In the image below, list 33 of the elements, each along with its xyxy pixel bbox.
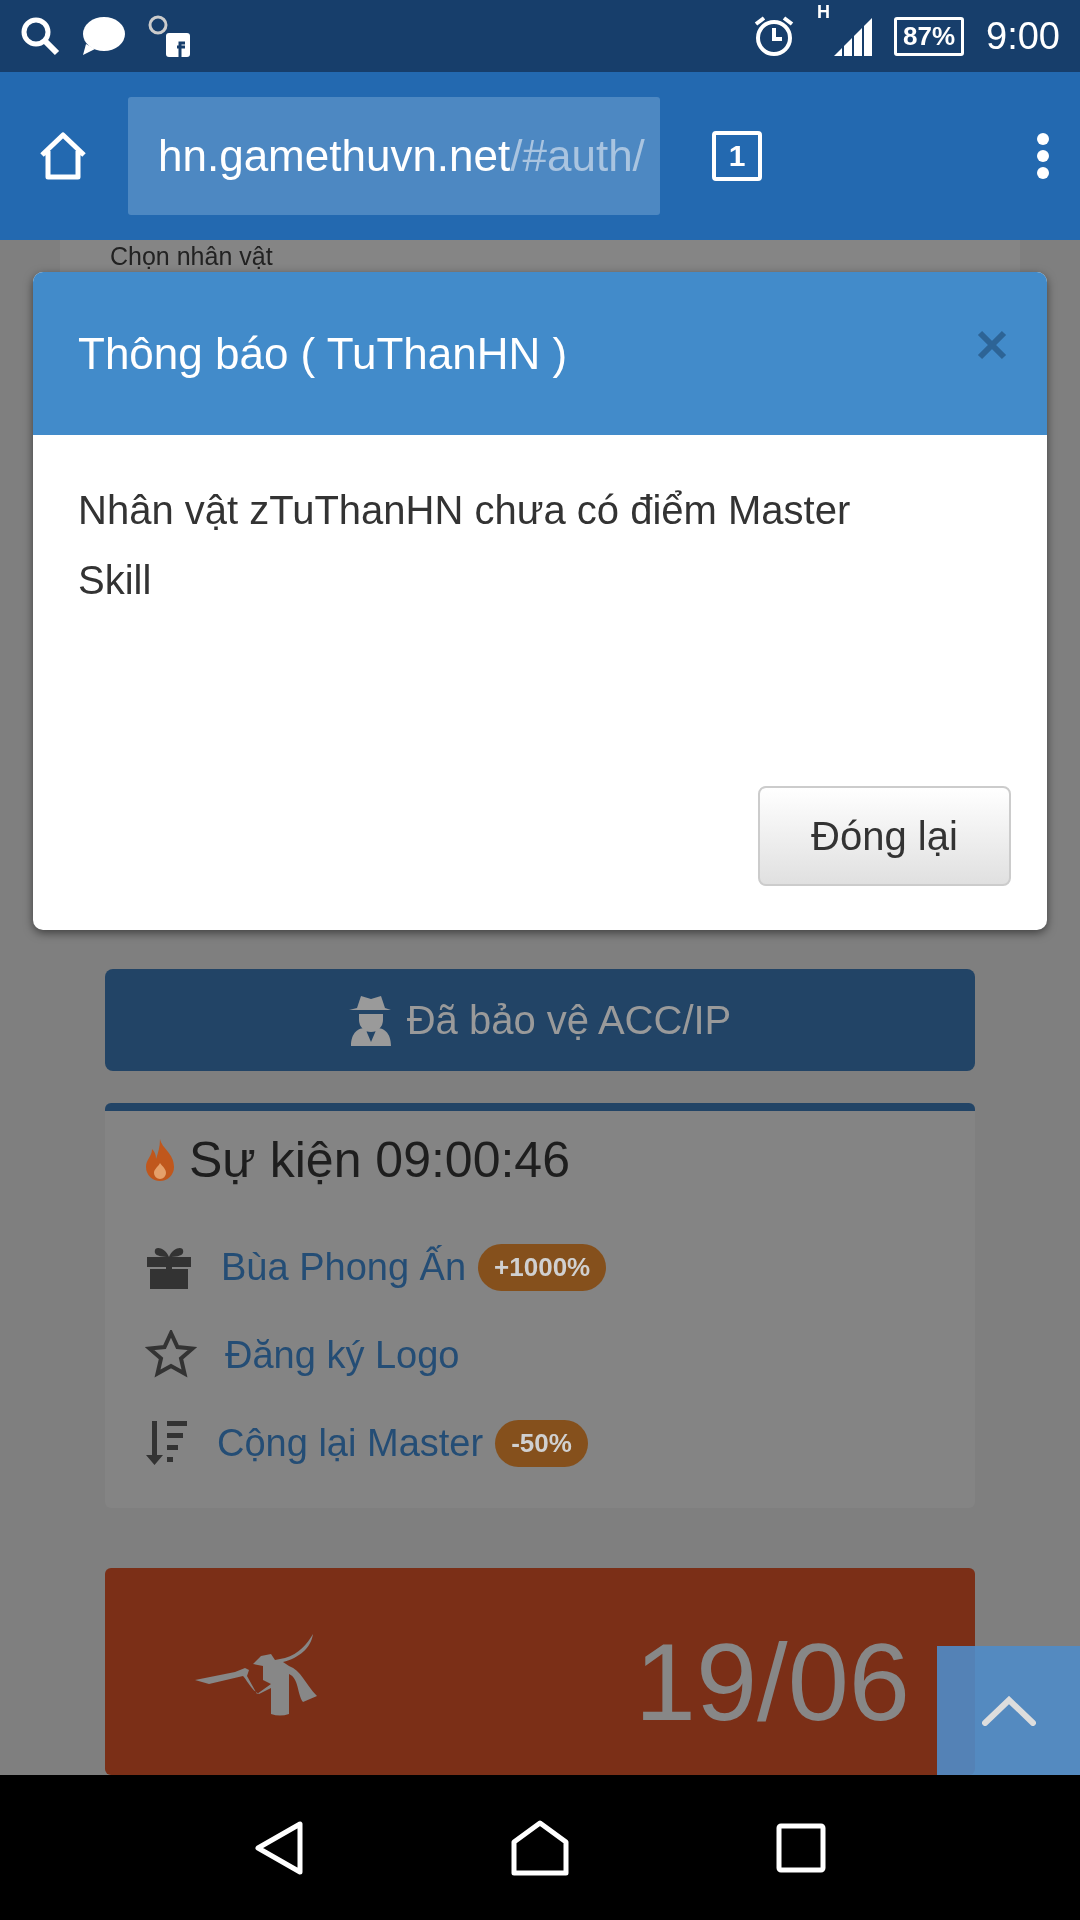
recents-button[interactable] xyxy=(776,1822,827,1873)
date-label: 19/06 xyxy=(634,1619,910,1745)
battery-indicator: 87% xyxy=(894,16,965,56)
event-link[interactable]: Đăng ký Logo xyxy=(225,1333,460,1377)
network-type: H xyxy=(817,2,830,23)
scroll-top-button[interactable] xyxy=(937,1646,1080,1775)
star-icon xyxy=(145,1330,197,1380)
percent-tag: -50% xyxy=(495,1419,588,1467)
card-title: Chọn nhân vật xyxy=(110,243,273,269)
gift-icon xyxy=(145,1245,193,1289)
alarm-clock-icon xyxy=(753,15,795,57)
event-link[interactable]: Cộng lại Master xyxy=(217,1421,484,1465)
menu-icon[interactable] xyxy=(1036,132,1050,180)
chevron-up-icon xyxy=(981,1695,1036,1726)
dialog-title: Thông báo ( TuThanHN ) xyxy=(78,328,568,379)
protect-button[interactable]: Đã bảo vệ ACC/IP xyxy=(105,969,975,1071)
spy-icon xyxy=(348,994,393,1046)
flame-icon xyxy=(145,1139,175,1181)
clock: 9:00 xyxy=(986,14,1060,58)
close-button[interactable]: Đóng lại xyxy=(758,786,1011,886)
home-button[interactable] xyxy=(511,1819,569,1876)
dialog-message: Nhân vật zTuThanHN chưa có điểm Master Skill xyxy=(77,487,852,604)
back-button[interactable] xyxy=(253,1819,304,1876)
percent-tag: +1000% xyxy=(478,1243,607,1291)
home-icon[interactable] xyxy=(38,131,88,181)
tab-count-button[interactable]: 1 xyxy=(712,131,762,181)
search-icon xyxy=(20,16,60,56)
chat-bubble-icon xyxy=(82,16,126,56)
event-link[interactable]: Bùa Phong Ấn xyxy=(221,1245,467,1289)
address-bar[interactable]: hn.gamethuvn.net/#auth/ xyxy=(128,97,660,215)
sort-icon xyxy=(145,1421,189,1465)
events-title: Sự kiện 09:00:46 xyxy=(189,1131,570,1189)
signal-icon xyxy=(832,16,872,56)
